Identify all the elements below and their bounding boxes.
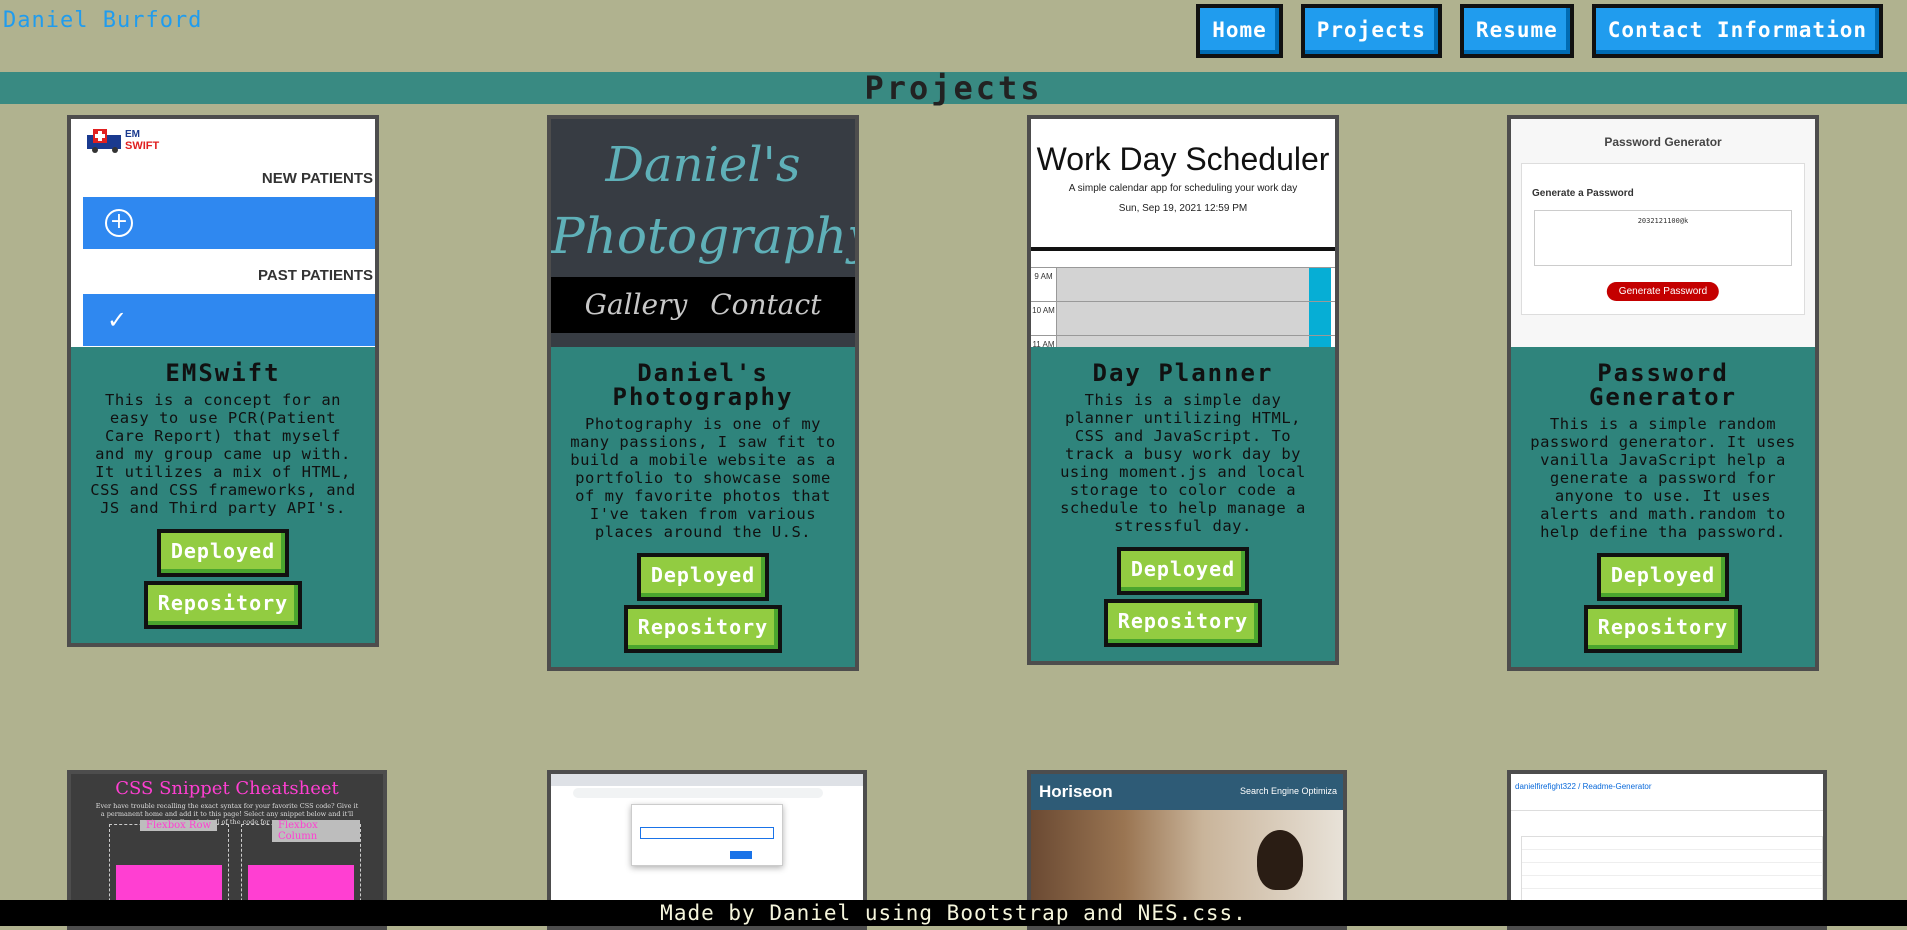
scheduler-subheading: A simple calendar app for scheduling you… <box>1068 183 1298 194</box>
browser-url-bar <box>573 788 823 798</box>
project-description: This is a simple random password generat… <box>1530 415 1796 541</box>
project-buttons: Deployed Repository <box>551 553 855 667</box>
repository-button[interactable]: Repository <box>1103 599 1263 647</box>
project-buttons: Deployed Repository <box>71 529 375 643</box>
css-row-label: Flexbox Row <box>140 820 218 831</box>
hour-label: 11 AM <box>1031 336 1057 347</box>
horiseon-brand: Horiseon <box>1039 782 1113 801</box>
pw-heading: Password Generator <box>1604 135 1722 149</box>
past-patients-label: PAST PATIENTS <box>257 267 373 284</box>
hour-field <box>1057 268 1309 302</box>
nav-resume-button[interactable]: Resume <box>1459 4 1574 58</box>
nav-contact-button[interactable]: Contact Information <box>1591 4 1883 58</box>
deployed-button[interactable]: Deployed <box>1596 553 1730 601</box>
hour-field <box>1057 336 1309 347</box>
hour-row: 10 AM <box>1031 301 1335 336</box>
save-icon <box>1309 336 1331 347</box>
deployed-button[interactable]: Deployed <box>636 553 770 601</box>
file-row <box>1522 876 1822 889</box>
project-title: Password Generator <box>1588 359 1738 411</box>
save-icon <box>1309 302 1331 336</box>
hour-label: 10 AM <box>1031 302 1057 336</box>
prompt-input <box>640 827 774 839</box>
project-card-password-generator: Password Generator Generate a Password 2… <box>1507 115 1819 671</box>
main-nav: Home Projects Resume Contact Information <box>1196 4 1883 58</box>
day-planner-screenshot[interactable]: Work Day Scheduler A simple calendar app… <box>1031 119 1335 349</box>
pw-output: 2032121100@k <box>1534 210 1792 266</box>
scheduler-heading: Work Day Scheduler <box>1036 141 1330 177</box>
emswift-screenshot[interactable]: EM SWIFT NEW PATIENTS + PAST PATIENTS ✓ <box>71 119 375 349</box>
photo-title-line2: Photography <box>551 207 855 265</box>
file-row <box>1522 837 1822 850</box>
repository-button[interactable]: Repository <box>623 605 783 653</box>
project-card-photography: Daniel's Photography Gallery Contact Dan… <box>547 115 859 671</box>
section-banner: Projects <box>0 72 1907 104</box>
project-card-day-planner: Work Day Scheduler A simple calendar app… <box>1027 115 1339 665</box>
project-buttons: Deployed Repository <box>1031 547 1335 661</box>
emswift-logo: EM SWIFT <box>87 129 159 153</box>
project-card-emswift: EM SWIFT NEW PATIENTS + PAST PATIENTS ✓ … <box>67 115 379 647</box>
hour-row: 11 AM <box>1031 335 1335 347</box>
check-icon: ✓ <box>107 306 128 334</box>
footer-text: Made by Daniel using Bootstrap and NES.c… <box>660 901 1247 925</box>
page-footer: Made by Daniel using Bootstrap and NES.c… <box>0 900 1907 926</box>
css-col-label: Flexbox Column <box>272 820 360 842</box>
prompt-ok-button <box>730 851 752 859</box>
plus-circle-icon: + <box>105 209 133 237</box>
scheduler-date: Sun, Sep 19, 2021 12:59 PM <box>1118 203 1248 214</box>
save-icon <box>1309 268 1331 302</box>
photo-title-line1: Daniel's <box>605 137 801 193</box>
project-description: This is a concept for an easy to use PCR… <box>90 391 356 517</box>
github-tabs <box>1511 798 1823 811</box>
hour-label: 9 AM <box>1031 268 1057 302</box>
deployed-button[interactable]: Deployed <box>156 529 290 577</box>
file-row <box>1522 850 1822 863</box>
nav-home-button[interactable]: Home <box>1196 4 1283 58</box>
brand-name[interactable]: Daniel Burford <box>3 8 202 33</box>
hour-row: 9 AM <box>1031 267 1335 302</box>
browser-tabbar <box>551 774 863 786</box>
section-title: Projects <box>864 69 1043 107</box>
css-title: CSS Snippet Cheatsheet <box>115 778 339 799</box>
repository-button[interactable]: Repository <box>143 581 303 629</box>
project-buttons: Deployed Repository <box>1511 553 1815 667</box>
past-patients-bar: ✓ <box>83 294 375 346</box>
project-title: Daniel's Photography <box>612 359 794 411</box>
nav-projects-button[interactable]: Projects <box>1300 4 1442 58</box>
pw-label: Generate a Password <box>1532 188 1634 199</box>
pw-card: Generate a Password 2032121100@k Generat… <box>1521 163 1805 315</box>
project-description: Photography is one of my many passions, … <box>570 415 836 541</box>
photography-screenshot[interactable]: Daniel's Photography Gallery Contact <box>551 119 855 349</box>
file-row <box>1522 863 1822 876</box>
password-generator-screenshot[interactable]: Password Generator Generate a Password 2… <box>1511 119 1815 349</box>
deployed-button[interactable]: Deployed <box>1116 547 1250 595</box>
photo-menu: Gallery Contact <box>551 277 855 333</box>
svg-text:SWIFT: SWIFT <box>125 140 159 152</box>
new-patients-bar: + <box>83 197 375 249</box>
github-repo-name: danielfirefight322 / Readme-Generator <box>1515 782 1652 791</box>
horiseon-person <box>1257 830 1303 890</box>
svg-text:EM: EM <box>125 129 140 140</box>
hour-field <box>1057 302 1309 336</box>
repository-button[interactable]: Repository <box>1583 605 1743 653</box>
new-patients-label: NEW PATIENTS <box>261 170 373 187</box>
project-title: EMSwift <box>165 359 281 387</box>
project-title: Day Planner <box>1092 359 1274 387</box>
scheduler-divider <box>1031 247 1335 251</box>
project-description: This is a simple day planner untilizing … <box>1060 391 1306 535</box>
horiseon-tagline: Search Engine Optimiza <box>1239 786 1337 796</box>
prompt-dialog <box>631 804 783 866</box>
pw-generate-button: Generate Password <box>1606 282 1720 301</box>
